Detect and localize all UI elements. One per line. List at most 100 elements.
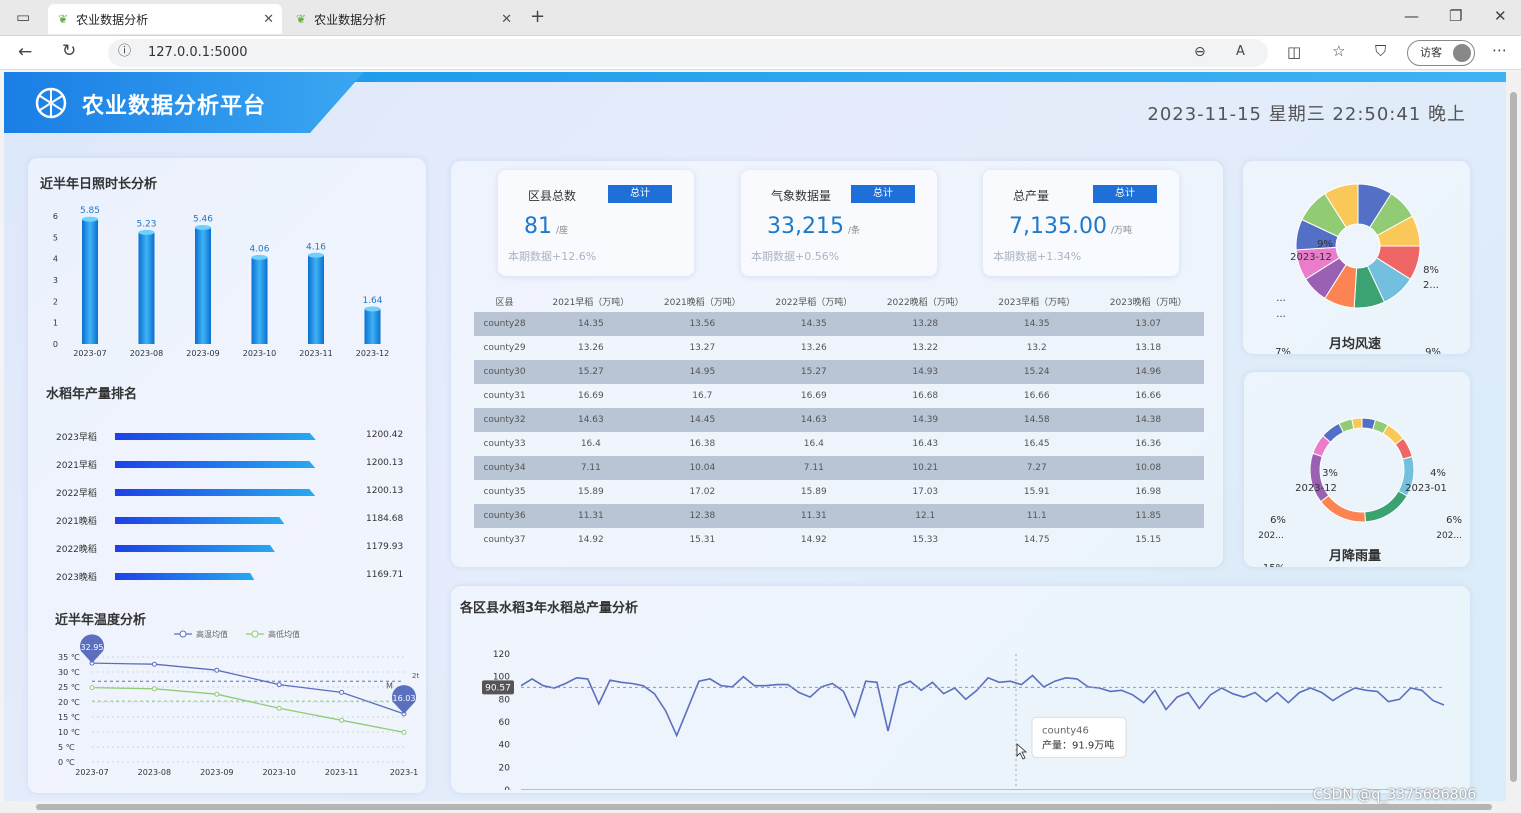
table-row[interactable]: county36 11.31 12.38 11.31 12.1 11.1 11.85 — [474, 504, 1204, 528]
table-cell: county29 — [483, 343, 526, 353]
split-screen-icon[interactable]: ◫ — [1287, 45, 1301, 60]
stat-card: 气象数据量 总计 33,215/条 本期数据+0.56% — [741, 170, 937, 276]
y-tick-label: 6 — [53, 212, 58, 221]
profile-button[interactable]: 访客 — [1407, 40, 1475, 66]
y-tick-label: 10 ℃ — [58, 728, 80, 737]
browser-tab[interactable]: ❦ 农业数据分析 ✕ — [286, 4, 520, 34]
sunshine-bar — [364, 309, 381, 344]
wind-pie-chart: 9%2023-128%2.........7%2...9%2... — [1275, 183, 1441, 354]
minimize-icon[interactable]: — — [1404, 9, 1419, 24]
table-row[interactable]: county34 7.11 10.04 7.11 10.21 7.27 10.08 — [474, 456, 1204, 480]
stat-change: 本期数据+1.34% — [993, 250, 1082, 263]
close-window-icon[interactable]: ✕ — [1494, 9, 1507, 24]
total-line-chart[interactable]: 12010080604020090.57county1county6county… — [454, 618, 1468, 790]
stat-value: 81/座 — [524, 214, 568, 239]
temperature-point — [339, 689, 345, 695]
tab-close-icon[interactable]: ✕ — [501, 12, 512, 27]
rank-bar — [115, 489, 316, 496]
x-tick-label: 2023-09 — [186, 349, 219, 358]
table-cell: 15.24 — [1023, 367, 1050, 377]
back-icon[interactable]: ← — [18, 44, 32, 61]
sidebar-toggle-icon[interactable]: ▭ — [16, 10, 30, 25]
url-field[interactable]: ⓘ 127.0.0.1:5000 ⊖ A — [108, 39, 1268, 67]
pie-label: 8% — [1423, 265, 1439, 276]
favorites-icon[interactable]: ☆ — [1332, 44, 1345, 59]
table-cell: county36 — [483, 511, 526, 521]
table-cell: 14.63 — [800, 415, 827, 425]
markline-label: 2t — [412, 672, 419, 680]
sunshine-chart: 6 5 4 3 2 1 0 5.85 2023-07 5.23 2023-08 5.46 2023-09… — [53, 206, 389, 358]
table-cell: 15.33 — [912, 535, 939, 545]
sunshine-title: 近半年日照时长分析 — [40, 177, 158, 192]
y-tick-label: 0 — [504, 786, 510, 790]
table-header: 区县 — [495, 297, 514, 308]
stat-number: 7,135.00 — [1009, 214, 1107, 239]
x-tick-label: 2023-07 — [73, 349, 106, 358]
y-tick-label: 2 — [53, 297, 58, 306]
reload-icon[interactable]: ↻ — [62, 43, 76, 60]
rank-value: 1169.71 — [366, 570, 404, 580]
avg-label: 90.57 — [485, 683, 511, 693]
zoom-icon[interactable]: ⊖ — [1194, 45, 1206, 59]
more-icon[interactable]: ⋯ — [1492, 43, 1507, 58]
table-row[interactable]: county35 15.89 17.02 15.89 17.03 15.91 16.98 — [474, 480, 1204, 504]
table-cell: 10.04 — [689, 463, 716, 473]
sunshine-bar — [82, 219, 98, 344]
table-cell: 16.69 — [577, 391, 604, 401]
table-cell: 16.4 — [803, 439, 824, 449]
table-row[interactable]: county28 14.35 13.56 14.35 13.28 14.35 13.07 — [474, 312, 1204, 336]
bar-value-label: 5.23 — [136, 219, 156, 229]
rank-bar — [115, 573, 255, 580]
x-tick-label: 2023-08 — [138, 768, 171, 777]
tab-close-icon[interactable]: ✕ — [263, 12, 274, 27]
dashboard-page: 农业数据分析平台 2023-11-15 星期三 22:50:41 晚上 近半年日… — [4, 72, 1506, 801]
scroll-thumb[interactable] — [36, 804, 1492, 810]
info-icon[interactable]: ⓘ — [118, 45, 131, 58]
rank-label: 2022晚稻 — [56, 545, 97, 555]
table-cell: 13.18 — [1135, 343, 1162, 353]
table-row[interactable]: county32 14.63 14.45 14.63 14.39 14.58 14.38 — [474, 408, 1204, 432]
stat-number: 33,215 — [767, 214, 844, 239]
table-row[interactable]: county30 15.27 14.95 15.27 14.93 15.24 14.96 — [474, 360, 1204, 384]
legend-swatch-dot — [251, 630, 259, 638]
table-row[interactable]: county33 16.4 16.38 16.4 16.43 16.45 16.36 — [474, 432, 1204, 456]
tab-label: 农业数据分析 — [76, 12, 149, 27]
table-cell: 15.31 — [689, 535, 716, 545]
x-tick-label: 2023-10 — [262, 768, 295, 777]
table-cell: 16.38 — [689, 439, 716, 449]
restore-icon[interactable]: ❐ — [1449, 9, 1462, 24]
rank-bar — [115, 461, 316, 468]
browser-tab-active[interactable]: ❦ 农业数据分析 ✕ — [48, 4, 282, 34]
sunshine-bar — [195, 227, 211, 344]
table-cell: 16.66 — [1135, 391, 1162, 401]
datetime: 2023-11-15 星期三 22:50:41 晚上 — [1147, 104, 1466, 125]
table-header: 2021早稻（万吨） — [552, 297, 630, 308]
read-aloud-icon[interactable]: A — [1236, 45, 1245, 58]
vertical-scrollbar[interactable] — [1506, 72, 1521, 801]
pie-label: 7% — [1275, 347, 1291, 354]
rank-value: 1200.13 — [366, 458, 404, 468]
table-row[interactable]: county31 16.69 16.7 16.69 16.68 16.66 16.66 — [474, 384, 1204, 408]
extensions-icon[interactable]: ⛉ — [1375, 44, 1386, 59]
temperature-point — [214, 667, 220, 673]
rank-label: 2022早稻 — [56, 489, 97, 499]
sunshine-bar — [251, 257, 268, 344]
table-row[interactable]: county37 14.92 15.31 14.92 15.33 14.75 15.15 — [474, 528, 1204, 552]
scroll-thumb[interactable] — [1510, 92, 1517, 782]
horizontal-scrollbar[interactable] — [0, 801, 1521, 813]
table-cell: county33 — [483, 439, 526, 449]
pie-label: ... — [1276, 293, 1286, 304]
table-row[interactable]: county29 13.26 13.27 13.26 13.22 13.2 13.18 — [474, 336, 1204, 360]
table-cell: 14.63 — [577, 415, 604, 425]
stat-card: 总产量 总计 7,135.00/万吨 本期数据+1.34% — [983, 170, 1179, 276]
table-cell: 13.56 — [689, 319, 716, 329]
sunshine-bar — [308, 255, 324, 344]
new-tab-icon[interactable]: + — [530, 8, 545, 26]
bar-top — [138, 229, 155, 235]
wind-title: 月均风速 — [1329, 337, 1382, 352]
pie-slice — [1351, 417, 1363, 430]
stat-unit: /座 — [556, 226, 569, 236]
table-cell: 13.27 — [689, 343, 716, 353]
y-tick-label: 60 — [499, 718, 511, 728]
url-text: 127.0.0.1:5000 — [148, 45, 248, 60]
